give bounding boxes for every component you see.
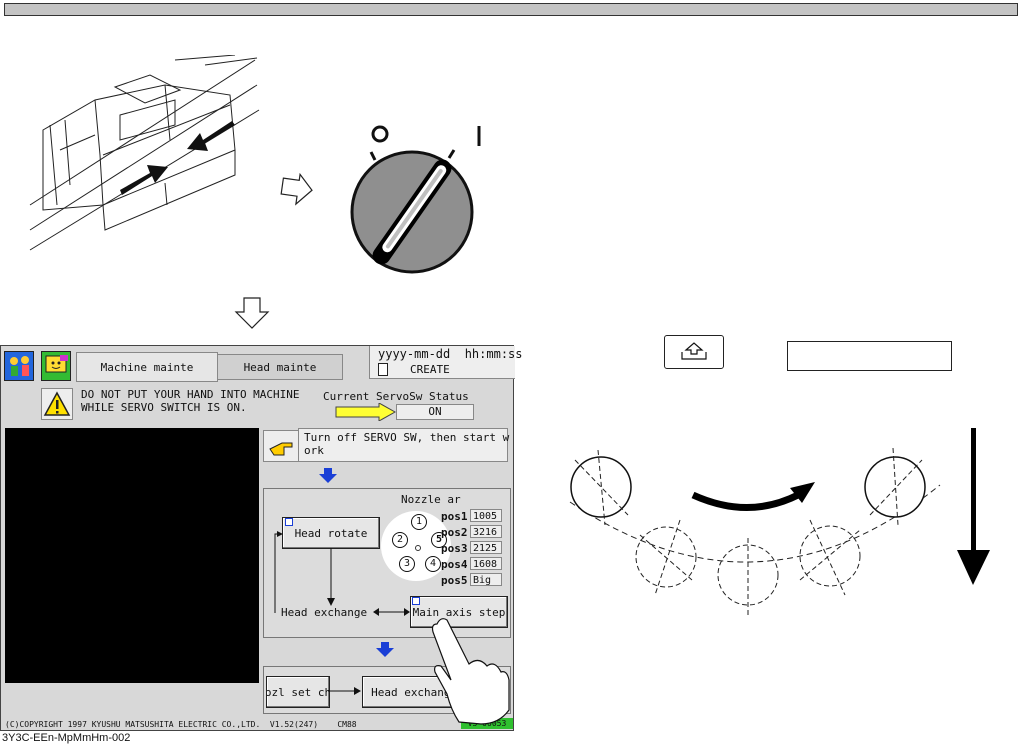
pos-label: pos1 bbox=[441, 510, 468, 523]
pos-value: Big bbox=[470, 573, 502, 586]
pos-value: 3216 bbox=[470, 525, 502, 538]
up-arrow-key-icon bbox=[681, 342, 707, 360]
arrow-down-icon bbox=[234, 297, 270, 329]
camera-view bbox=[5, 428, 259, 683]
pointing-hand-icon bbox=[263, 430, 299, 462]
pos-value: 2125 bbox=[470, 541, 502, 554]
instruction-box: Turn off SERVO SW, then start w ork bbox=[298, 428, 510, 462]
pos-label: pos4 bbox=[441, 558, 468, 571]
nozzle-number: 4 bbox=[425, 556, 441, 572]
head-rotation-diagram bbox=[569, 447, 941, 615]
instruction-text-1: Turn off SERVO SW, then start w bbox=[304, 431, 510, 444]
warning-text-2: WHILE SERVO SWITCH IS ON. bbox=[81, 401, 247, 414]
blue-down-arrow-icon bbox=[376, 642, 394, 657]
title-bar bbox=[4, 3, 1018, 16]
head-exchange-label: Head exchange bbox=[281, 606, 368, 619]
servo-status-value: ON bbox=[396, 404, 474, 420]
nozzle-number: 2 bbox=[392, 532, 408, 548]
arrow-right-icon bbox=[280, 172, 313, 206]
blue-down-arrow-icon bbox=[319, 468, 337, 483]
pos-label: pos2 bbox=[441, 526, 468, 539]
document-icon bbox=[378, 363, 388, 376]
datetime-display: yyyy-mm-dd hh:mm:ss bbox=[378, 347, 523, 361]
operator-icon[interactable] bbox=[4, 351, 34, 381]
nozzle-number: 3 bbox=[399, 556, 415, 572]
warning-icon-box bbox=[41, 388, 73, 420]
tab-head-mainte[interactable]: Head mainte bbox=[217, 354, 343, 380]
servo-status-arrow-icon bbox=[335, 403, 397, 421]
nozl-set-chk-button[interactable]: Nozl set chk bbox=[266, 676, 330, 708]
pos-value: 1608 bbox=[470, 557, 502, 570]
status-area: yyyy-mm-dd hh:mm:ss CREATE bbox=[369, 346, 523, 379]
servo-key-switch[interactable] bbox=[340, 120, 490, 275]
warning-text-1: DO NOT PUT YOUR HAND INTO MACHINE bbox=[81, 388, 300, 401]
figure-caption: 3Y3C-EEn-MpMmHm-002 bbox=[2, 732, 131, 744]
nozzle-center bbox=[415, 545, 421, 551]
copyright-text: (C)COPYRIGHT 1997 KYUSHU MATSUSHITA ELEC… bbox=[5, 720, 357, 729]
instruction-text-2: ork bbox=[304, 444, 324, 457]
create-label: CREATE bbox=[410, 363, 450, 376]
nozzle-title: Nozzle ar bbox=[401, 493, 461, 506]
pos-label: pos3 bbox=[441, 542, 468, 555]
servo-status-label: Current ServoSw Status bbox=[323, 390, 469, 403]
down-arrow-icon bbox=[957, 428, 990, 585]
pos-label: pos5 bbox=[441, 574, 468, 587]
warning-icon bbox=[43, 391, 71, 416]
hand-pointer-icon bbox=[431, 618, 510, 725]
maintenance-screen: Machine mainte Head mainte yyyy-mm-dd hh… bbox=[0, 345, 523, 731]
flow-arrow-right-icon bbox=[328, 687, 361, 695]
tab-machine-mainte[interactable]: Machine mainte bbox=[76, 352, 218, 382]
pos-value: 1005 bbox=[470, 509, 502, 522]
monitor-icon[interactable] bbox=[41, 351, 71, 381]
empty-button[interactable] bbox=[787, 341, 952, 371]
cursor-key-button[interactable] bbox=[664, 335, 724, 369]
machine-illustration bbox=[29, 55, 260, 251]
small-marker-icon bbox=[412, 597, 420, 605]
nozzle-number: 1 bbox=[411, 514, 427, 530]
